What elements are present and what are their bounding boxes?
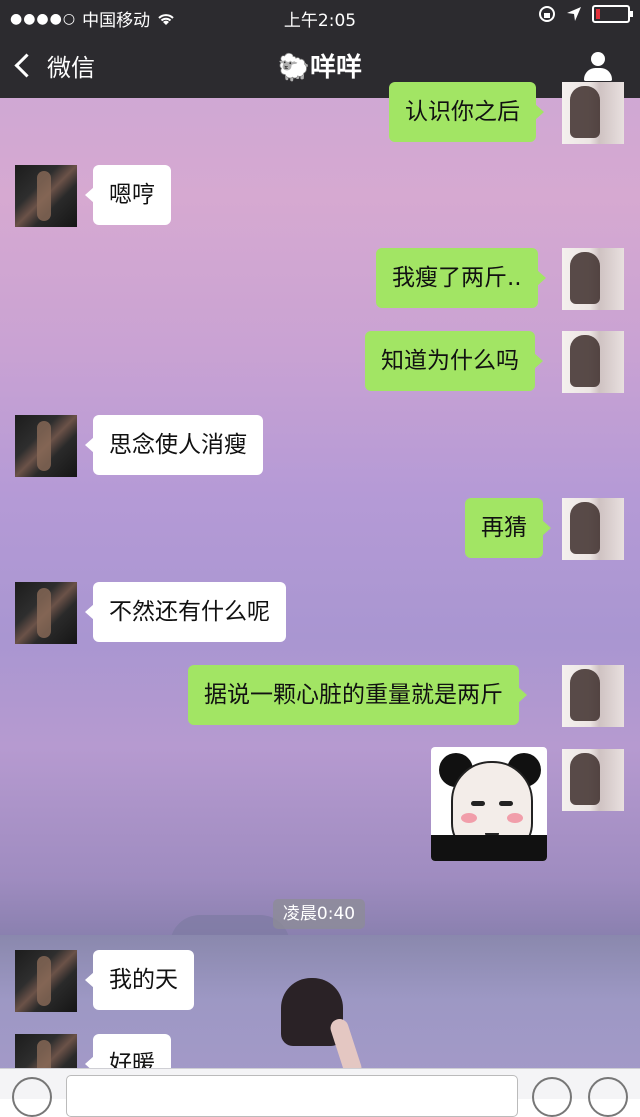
blushing-panda-sticker[interactable] <box>431 747 547 861</box>
battery-icon <box>592 5 633 23</box>
person-icon[interactable] <box>584 52 612 82</box>
my-avatar[interactable] <box>562 331 624 393</box>
chat-title: 🐑咩咩 <box>0 47 640 84</box>
contact-avatar[interactable] <box>15 582 77 644</box>
my-message-bubble[interactable]: 知道为什么吗 <box>365 331 543 391</box>
my-avatar[interactable] <box>562 498 624 560</box>
my-message-bubble[interactable]: 我瘦了两斤.. <box>376 248 546 308</box>
message-timestamp: 凌晨0:40 <box>273 899 365 929</box>
contact-message-bubble[interactable]: 不然还有什么呢 <box>85 582 286 642</box>
contact-avatar[interactable] <box>15 415 77 477</box>
contact-avatar[interactable] <box>15 950 77 1012</box>
top-bar: ●●●●○ 中国移动 上午2:05 微信 🐑咩咩 <box>0 0 640 98</box>
input-bar <box>0 1068 640 1117</box>
my-avatar[interactable] <box>562 82 624 144</box>
rotation-lock-icon <box>539 6 555 22</box>
sheep-emoji: 🐑 <box>277 53 311 83</box>
navigation-bar: 微信 🐑咩咩 <box>0 34 640 98</box>
status-bar: ●●●●○ 中国移动 上午2:05 <box>0 0 640 32</box>
panda-body <box>431 835 547 861</box>
emoji-icon[interactable] <box>532 1077 572 1117</box>
contact-avatar[interactable] <box>15 165 77 227</box>
my-message-bubble[interactable]: 据说一颗心脏的重量就是两斤 <box>188 665 527 725</box>
voice-input-icon[interactable] <box>12 1077 52 1117</box>
more-options-icon[interactable] <box>588 1077 628 1117</box>
my-avatar[interactable] <box>562 665 624 727</box>
contact-message-bubble[interactable]: 我的天 <box>85 950 194 1010</box>
chat-title-text: 咩咩 <box>310 53 363 83</box>
my-message-bubble[interactable]: 认识你之后 <box>389 82 544 142</box>
contact-message-bubble[interactable]: 思念使人消瘦 <box>85 415 263 475</box>
my-message-bubble[interactable]: 再猜 <box>465 498 551 558</box>
message-input[interactable] <box>66 1075 518 1117</box>
contact-message-bubble[interactable]: 嗯哼 <box>85 165 171 225</box>
my-avatar[interactable] <box>562 248 624 310</box>
location-arrow-icon <box>567 7 581 21</box>
my-avatar[interactable] <box>562 749 624 811</box>
